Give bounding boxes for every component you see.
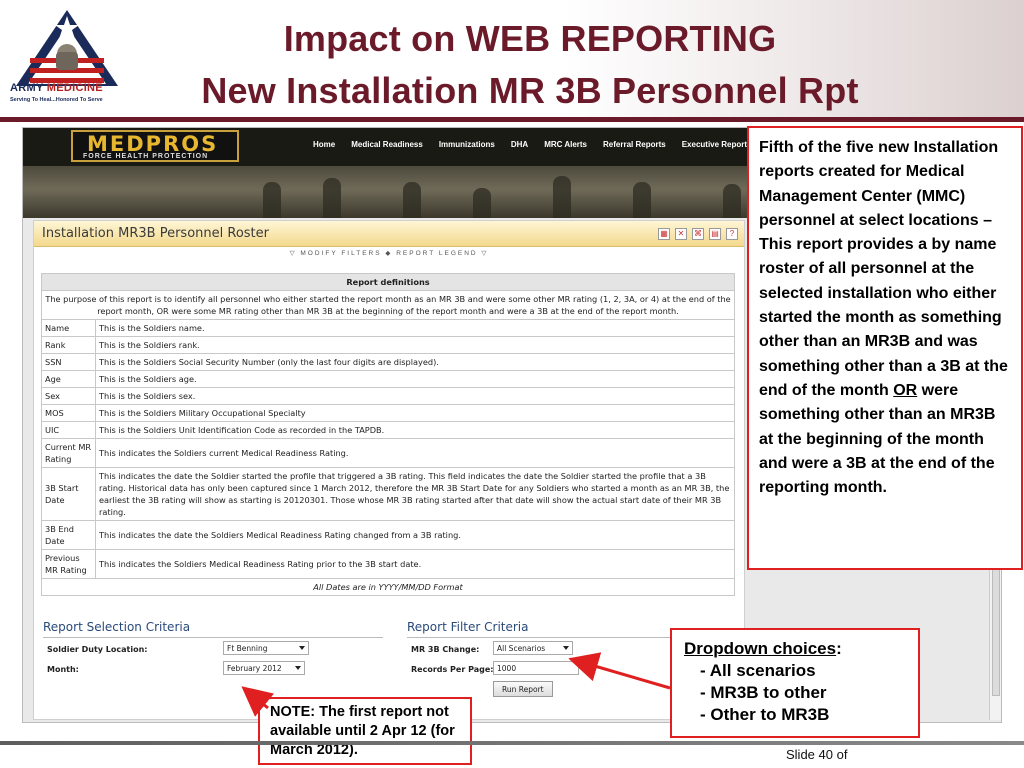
definition-description: This is the Soldiers age. [95,370,735,388]
definition-row: Rank This is the Soldiers rank. [41,336,735,354]
run-report-button[interactable]: Run Report [493,681,553,697]
definition-row: Name This is the Soldiers name. [41,319,735,337]
definition-row: Age This is the Soldiers age. [41,370,735,388]
definition-term: 3B Start Date [41,467,96,521]
dropdown-arrow-icon [563,646,569,650]
diamond-icon: ◆ [381,250,397,257]
definition-description: This is the Soldiers Social Security Num… [95,353,735,371]
slide-title-line1: Impact on WEB REPORTING [283,18,777,59]
footer-divider [0,741,1024,745]
month-label: Month: [47,665,79,674]
definition-term: Age [41,370,96,388]
definition-description: This is the Soldiers rank. [95,336,735,354]
month-select[interactable]: February 2012 [223,661,305,675]
report-definitions-table: Report definitions The purpose of this r… [41,273,735,596]
description-callout: Fifth of the five new Installation repor… [747,126,1023,570]
modify-filters-link[interactable]: MODIFY FILTERS [300,250,381,257]
nav-item-home[interactable]: Home [313,140,335,149]
duty-location-label: Soldier Duty Location: [47,645,148,654]
definition-row: Sex This is the Soldiers sex. [41,387,735,405]
export-excel-icon[interactable]: ✕ [675,228,687,240]
dropdown-item: - Other to MR3B [700,705,830,724]
dropdown-heading: Dropdown choices [684,639,837,658]
definition-row: Previous MR Rating This indicates the Sol… [41,549,735,579]
nav-item-dha[interactable]: DHA [511,140,528,149]
slide-header: ARMY MEDICINE Serving To Heal...Honored … [0,0,1024,120]
report-selection-criteria: Report Selection Criteria Soldier Duty L… [43,620,383,681]
nav-menu: Home Medical Readiness Immunizations DHA… [313,140,778,149]
definition-row: MOS This is the Soldiers Military Occupat… [41,404,735,422]
records-per-page-input[interactable]: 1000 [493,661,579,675]
print-icon[interactable]: ▤ [709,228,721,240]
export-csv-icon[interactable]: ▦ [658,228,670,240]
definition-term: MOS [41,404,96,422]
filter-criteria-title: Report Filter Criteria [407,620,707,638]
definition-term: Previous MR Rating [41,549,96,579]
nav-item-medical-readiness[interactable]: Medical Readiness [351,140,423,149]
help-icon[interactable]: ? [726,228,738,240]
report-legend-link[interactable]: REPORT LEGEND [396,250,477,257]
definition-row: Current MR Rating This indicates the Sold… [41,438,735,468]
dropdown-arrow-icon [295,666,301,670]
dropdown-choices-callout: Dropdown choices: - All scenarios - MR3B… [670,628,920,738]
medpros-logo[interactable]: MEDPROS FORCE HEALTH PROTECTION [71,130,239,162]
selection-criteria-title: Report Selection Criteria [43,620,383,638]
note-callout: NOTE: The first report not available unt… [258,697,472,765]
date-format-note: All Dates are in YYYY/MM/DD Format [41,578,735,596]
definition-row: 3B Start Date This indicates the date the… [41,467,735,521]
chevron-down-icon: ▽ [477,250,489,257]
definition-row: UIC This is the Soldiers Unit Identificat… [41,421,735,439]
records-per-page-label: Records Per Page: [411,665,494,674]
slide: ARMY MEDICINE Serving To Heal...Honored … [0,0,1024,768]
definition-row: SSN This is the Soldiers Social Security … [41,353,735,371]
panel-header: Installation MR3B Personnel Roster ▦ ✕ ⌘… [34,221,744,247]
definition-description: This indicates the Soldiers Medical Read… [95,549,735,579]
definitions-intro: The purpose of this report is to identif… [41,290,735,320]
export-icons: ▦ ✕ ⌘ ▤ ? [658,228,738,240]
dropdown-item: - MR3B to other [700,683,827,702]
header-divider [0,117,1024,122]
definition-term: 3B End Date [41,520,96,550]
logo-tagline: Serving To Heal...Honored To Serve [10,97,103,103]
definition-term: Sex [41,387,96,405]
definition-term: SSN [41,353,96,371]
definition-description: This is the Soldiers Unit Identification… [95,421,735,439]
chevron-down-icon: ▽ [289,250,301,257]
definition-row: 3B End Date This indicates the date the S… [41,520,735,550]
definition-term: UIC [41,421,96,439]
filters-toggle-bar: ▽ MODIFY FILTERS ◆ REPORT LEGEND ▽ [34,247,744,259]
report-filter-criteria: Report Filter Criteria MR 3B Change: All… [407,620,707,701]
nav-item-mrc-alerts[interactable]: MRC Alerts [544,140,587,149]
definition-term: Rank [41,336,96,354]
mr3b-change-label: MR 3B Change: [411,645,480,654]
definition-description: This indicates the date the Soldier star… [95,467,735,521]
mr3b-change-select[interactable]: All Scenarios [493,641,573,655]
definitions-header: Report definitions [41,273,735,291]
dropdown-arrow-icon [299,646,305,650]
definition-term: Current MR Rating [41,438,96,468]
dropdown-item: - All scenarios [700,661,816,680]
panel-title: Installation MR3B Personnel Roster [42,226,269,241]
slide-title-line2: New Installation MR 3B Personnel Rpt [201,70,859,111]
definition-description: This is the Soldiers Military Occupation… [95,404,735,422]
definition-description: This is the Soldiers sex. [95,387,735,405]
nav-item-referral-reports[interactable]: Referral Reports [603,140,666,149]
definition-description: This indicates the date the Soldiers Med… [95,520,735,550]
nav-item-immunizations[interactable]: Immunizations [439,140,495,149]
army-medicine-logo [16,10,118,86]
definition-description: This indicates the Soldiers current Medi… [95,438,735,468]
nav-item-executive-reports[interactable]: Executive Reports [682,140,752,149]
definition-description: This is the Soldiers name. [95,319,735,337]
duty-location-select[interactable]: Ft Benning [223,641,309,655]
export-pdf-icon[interactable]: ⌘ [692,228,704,240]
definition-term: Name [41,319,96,337]
logo-wordmark: ARMY MEDICINE [10,82,103,94]
slide-number: Slide 40 of [786,747,848,762]
